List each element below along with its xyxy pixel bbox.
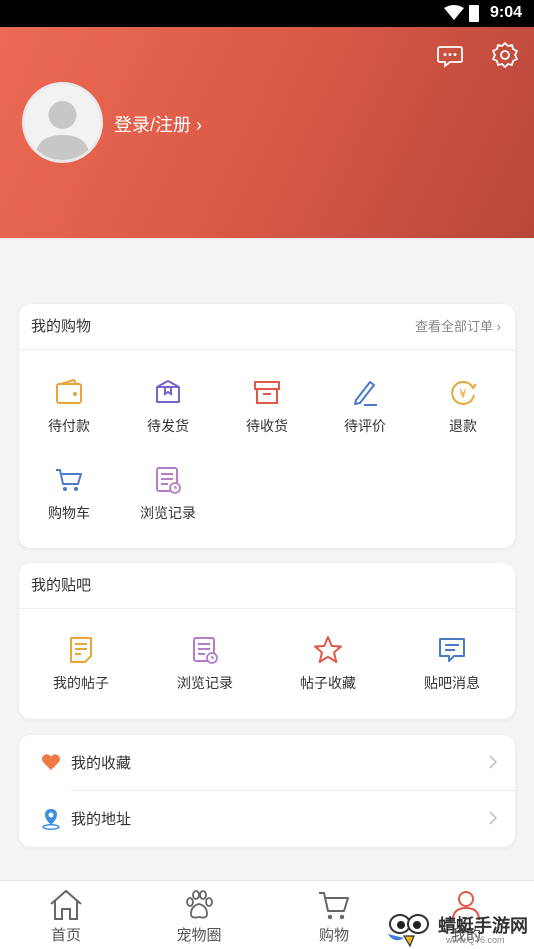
avatar[interactable] <box>22 82 103 163</box>
tab-home-label: 首页 <box>50 927 81 944</box>
star-icon <box>314 636 342 663</box>
chat-icon[interactable] <box>436 41 464 69</box>
shopping-title: 我的购物 查看全部订单 › <box>19 304 515 350</box>
location-icon <box>42 809 60 830</box>
refund-button[interactable]: ¥ 退款 <box>423 378 503 436</box>
status-bar: 9:04 <box>0 0 534 27</box>
pending-review-button[interactable]: 待评价 <box>325 378 405 436</box>
profile-header: 登录/注册 › <box>0 27 534 238</box>
tab-shopping-label: 购物 <box>318 927 349 944</box>
yen-refund-icon: ¥ <box>451 381 477 405</box>
status-time: 9:04 <box>489 4 522 21</box>
post-icon <box>70 637 92 663</box>
chevron-right-icon <box>489 811 497 825</box>
default-user-icon <box>25 85 100 160</box>
tieba-title: 我的贴吧 <box>19 563 515 609</box>
my-address-label: 我的地址 <box>71 811 132 828</box>
dragonfly-logo-icon <box>388 914 429 948</box>
package-icon <box>156 380 180 403</box>
my-posts-label: 我的帖子 <box>53 675 109 691</box>
tab-home[interactable]: 首页 <box>16 881 116 949</box>
tieba-messages-button[interactable]: 贴吧消息 <box>412 635 492 693</box>
box-icon <box>254 381 280 404</box>
watermark-url: www.QT6.com <box>446 935 505 945</box>
cart-icon <box>319 892 349 920</box>
refund-label: 退款 <box>449 418 477 434</box>
my-address-row[interactable]: 我的地址 <box>19 791 515 847</box>
wallet-icon <box>56 378 82 404</box>
browse-history-button[interactable]: 浏览记录 <box>128 465 208 523</box>
pending-review-label: 待评价 <box>344 418 386 434</box>
my-posts-button[interactable]: 我的帖子 <box>41 635 121 693</box>
tieba-history-label: 浏览记录 <box>177 675 233 691</box>
tieba-history-button[interactable]: 浏览记录 <box>165 635 245 693</box>
pending-payment-button[interactable]: 待付款 <box>29 378 109 436</box>
pending-payment-label: 待付款 <box>48 418 90 434</box>
pending-receipt-label: 待收货 <box>246 418 288 434</box>
home-icon <box>50 889 82 920</box>
tieba-messages-label: 贴吧消息 <box>424 675 480 691</box>
tieba-card: 我的贴吧 我的帖子 浏览记录 帖子收藏 贴吧消息 <box>19 563 515 719</box>
cart-icon <box>56 469 82 491</box>
browse-history-label: 浏览记录 <box>140 505 196 521</box>
post-favorites-button[interactable]: 帖子收藏 <box>288 635 368 693</box>
view-all-orders-link[interactable]: 查看全部订单 › <box>415 304 501 350</box>
shopping-cart-button[interactable]: 购物车 <box>29 465 109 523</box>
tab-shopping[interactable]: 购物 <box>284 881 384 949</box>
login-register-link[interactable]: 登录/注册 › <box>114 111 202 137</box>
pencil-icon <box>354 381 377 406</box>
gear-icon[interactable] <box>491 41 519 69</box>
paw-icon <box>186 890 213 919</box>
shopping-cart-label: 购物车 <box>48 505 90 521</box>
history-icon <box>156 467 181 494</box>
wifi-icon <box>444 5 464 20</box>
battery-icon <box>469 5 479 22</box>
chevron-right-icon <box>489 755 497 769</box>
message-icon <box>439 638 465 662</box>
tab-pet-circle-label: 宠物圈 <box>176 927 222 944</box>
my-favorites-row[interactable]: 我的收藏 <box>19 735 515 791</box>
heart-icon <box>42 754 60 770</box>
shopping-card: 我的购物 查看全部订单 › 待付款 待发货 待收货 待评价 ¥ 退款 购物车 浏… <box>19 304 515 548</box>
pending-receipt-button[interactable]: 待收货 <box>227 378 307 436</box>
my-favorites-label: 我的收藏 <box>71 755 132 772</box>
links-card: 我的收藏 我的地址 <box>19 735 515 847</box>
tab-pet-circle[interactable]: 宠物圈 <box>149 881 249 949</box>
pending-shipment-label: 待发货 <box>147 418 189 434</box>
shopping-title-text: 我的购物 <box>31 318 92 335</box>
history-icon <box>193 637 218 664</box>
tieba-title-text: 我的贴吧 <box>31 577 92 594</box>
svg-text:¥: ¥ <box>459 387 467 401</box>
watermark: 蜻蜓手游网 www.QT6.com <box>386 908 534 949</box>
post-favorites-label: 帖子收藏 <box>300 675 356 691</box>
pending-shipment-button[interactable]: 待发货 <box>128 378 208 436</box>
